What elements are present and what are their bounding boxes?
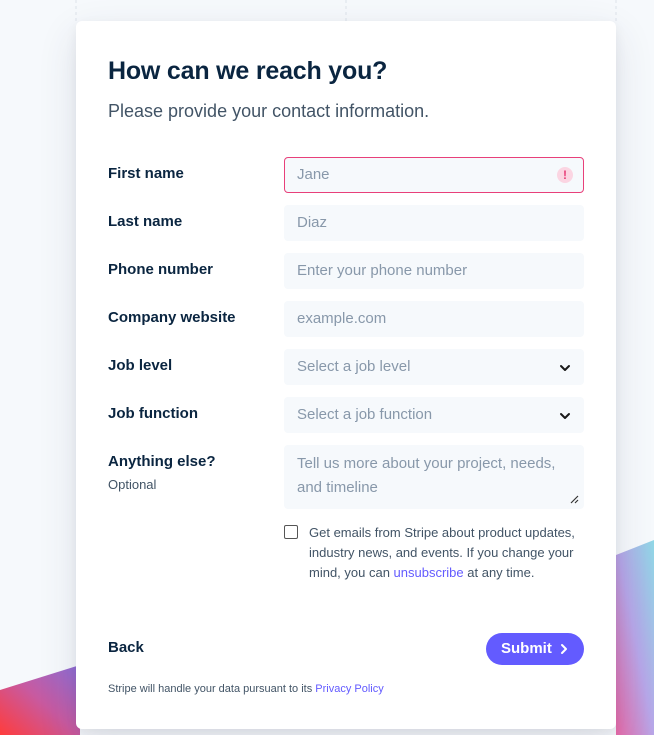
resize-handle-icon[interactable] [569, 494, 579, 504]
consent-text-after: at any time. [463, 565, 535, 580]
chevron-down-icon [560, 365, 570, 371]
unsubscribe-link[interactable]: unsubscribe [394, 565, 464, 580]
first-name-placeholder: Jane [297, 166, 330, 183]
job-level-label: Job level [108, 357, 173, 374]
website-placeholder: example.com [297, 310, 387, 327]
website-row: Company website example.com [108, 301, 584, 337]
chevron-right-icon [561, 644, 567, 654]
last-name-input[interactable]: Diaz [284, 205, 584, 241]
back-button[interactable]: Back [108, 639, 144, 656]
submit-label: Submit [501, 640, 552, 657]
last-name-row: Last name Diaz [108, 205, 584, 241]
job-function-select[interactable]: Select a job function [284, 397, 584, 433]
privacy-policy-link[interactable]: Privacy Policy [315, 683, 383, 695]
website-label: Company website [108, 309, 236, 326]
last-name-placeholder: Diaz [297, 214, 328, 231]
submit-button[interactable]: Submit [486, 633, 584, 665]
job-level-row: Job level Select a job level [108, 349, 584, 385]
email-consent-text: Get emails from Stripe about product upd… [309, 523, 584, 583]
chevron-down-icon [560, 413, 570, 419]
first-name-input[interactable]: Jane ! [284, 157, 584, 193]
contact-form-card: How can we reach you? Please provide you… [76, 21, 616, 729]
anything-else-row: Anything else? Optional Tell us more abo… [108, 445, 584, 509]
last-name-label: Last name [108, 213, 183, 230]
footer-text: Stripe will handle your data pursuant to… [108, 683, 316, 695]
anything-else-textarea[interactable]: Tell us more about your project, needs, … [284, 445, 584, 509]
alert-icon: ! [557, 167, 573, 183]
phone-label: Phone number [108, 261, 214, 278]
job-function-label: Job function [108, 405, 198, 422]
form-title: How can we reach you? [108, 57, 388, 85]
phone-input[interactable]: Enter your phone number [284, 253, 584, 289]
email-consent-checkbox[interactable] [284, 525, 298, 539]
first-name-label: First name [108, 165, 184, 182]
optional-label: Optional [108, 477, 157, 492]
form-subtitle: Please provide your contact information. [108, 101, 430, 121]
job-function-selected: Select a job function [297, 406, 433, 423]
privacy-footer: Stripe will handle your data pursuant to… [108, 683, 384, 695]
website-input[interactable]: example.com [284, 301, 584, 337]
job-function-row: Job function Select a job function [108, 397, 584, 433]
first-name-row: First name Jane ! [108, 157, 584, 193]
anything-else-placeholder: Tell us more about your project, needs, … [297, 455, 556, 496]
job-level-selected: Select a job level [297, 358, 411, 375]
anything-else-label: Anything else? [108, 453, 216, 470]
job-level-select[interactable]: Select a job level [284, 349, 584, 385]
phone-placeholder: Enter your phone number [297, 262, 468, 279]
phone-row: Phone number Enter your phone number [108, 253, 584, 289]
